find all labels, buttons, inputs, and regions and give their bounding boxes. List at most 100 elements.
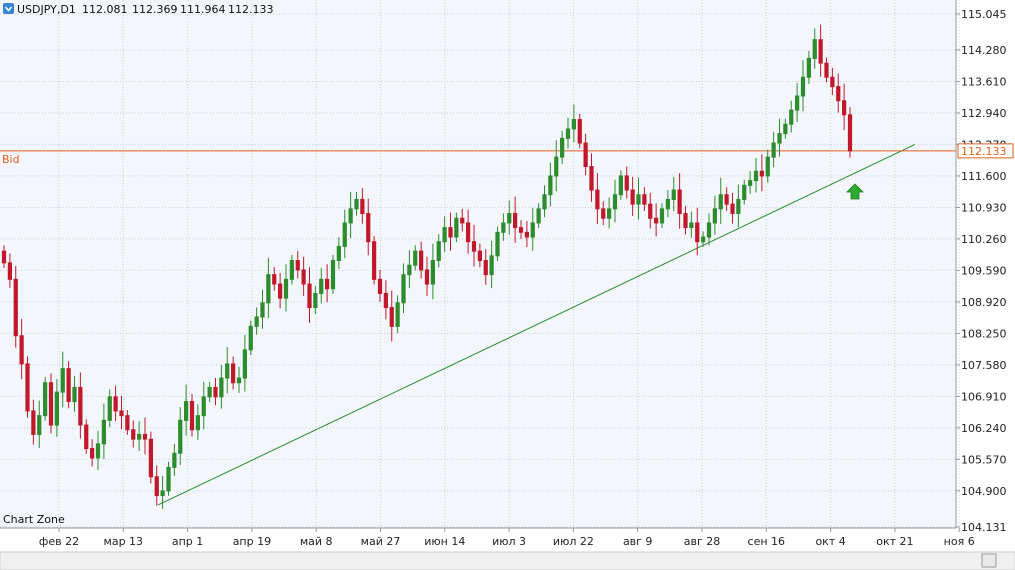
candle-body — [319, 278, 324, 294]
symbol-name: USDJPY,D1 — [17, 3, 76, 16]
candle-body — [342, 222, 347, 247]
candle — [43, 377, 48, 421]
candle-body — [54, 391, 59, 426]
candle-body — [501, 222, 506, 233]
candle-body — [577, 119, 582, 144]
candle-body — [72, 386, 77, 403]
candle-body — [612, 194, 618, 210]
candle-body — [31, 410, 36, 435]
candle-body — [389, 307, 394, 327]
candle-body — [325, 278, 330, 290]
candle-body — [7, 262, 12, 280]
candle-body — [236, 377, 242, 384]
candle-body — [301, 269, 306, 285]
candle-body — [213, 386, 218, 398]
candle-body — [466, 222, 471, 243]
time-axis[interactable]: фев 22 мар 13 апр 1 апр 19 май 8 май 27 июн 14… — [39, 528, 975, 548]
candle-body — [160, 490, 165, 497]
time-tick-label: май 8 — [300, 535, 333, 548]
candle-body — [795, 95, 800, 111]
candle-body — [137, 433, 142, 440]
candle-body — [283, 278, 289, 299]
time-tick-label: ноя 6 — [944, 535, 975, 548]
candle-body — [618, 175, 623, 196]
scrollbar-thumb[interactable] — [981, 553, 997, 568]
candle-body — [765, 156, 770, 177]
candle — [66, 361, 71, 409]
symbol-info: USDJPY,D1 112.081 112.369 111.964 112.13… — [3, 3, 274, 16]
candle-body — [812, 39, 817, 59]
price-tick-label: 108.920 — [961, 296, 1007, 309]
candle-body — [119, 410, 124, 417]
candle-body — [107, 396, 112, 421]
candle-body — [407, 264, 412, 276]
candle-body — [648, 203, 653, 219]
candle-body — [84, 424, 89, 450]
candle-body — [43, 382, 48, 417]
candle-body — [589, 166, 594, 191]
candle-body — [706, 222, 712, 238]
candle-body — [166, 466, 171, 492]
candle-body — [413, 250, 418, 266]
horizontal-scrollbar[interactable] — [0, 551, 1015, 570]
price-chart[interactable]: Bid 115.045114.280113.610112.940112.2701… — [0, 0, 1015, 570]
candle-body — [131, 429, 136, 440]
candle-body — [442, 227, 447, 243]
candle-body — [748, 180, 753, 186]
candle-body — [448, 227, 453, 238]
price-close: 112.133 — [228, 3, 274, 16]
price-tick-label: 112.940 — [961, 107, 1007, 120]
candle-body — [824, 62, 829, 78]
candle-body — [718, 194, 723, 210]
candle-body — [742, 184, 747, 200]
time-tick-label: окт 21 — [876, 535, 913, 548]
bid-label: Bid — [2, 153, 20, 166]
candle-body — [372, 241, 377, 280]
candle-body — [242, 349, 247, 379]
candle-body — [513, 213, 518, 229]
candle-body — [78, 386, 83, 426]
candle-body — [671, 189, 676, 200]
candle-body — [90, 448, 95, 459]
price-tick-label: 106.910 — [961, 390, 1007, 403]
candle-body — [225, 363, 230, 379]
candle-body — [536, 208, 541, 224]
candle-body — [424, 269, 430, 285]
candle-body — [595, 189, 600, 210]
candle-body — [60, 368, 65, 393]
candle-body — [677, 189, 682, 215]
candle-body — [471, 241, 477, 252]
candle-body — [753, 170, 759, 182]
price-tick-label: 110.260 — [961, 233, 1007, 246]
candle-body — [172, 452, 177, 468]
price-tick-label: 114.280 — [961, 44, 1007, 57]
candle-body — [783, 123, 788, 135]
candle-body — [548, 175, 553, 196]
price-low: 111.964 — [180, 3, 226, 16]
candle-body — [377, 278, 383, 294]
candle-body — [800, 76, 806, 97]
candle-body — [48, 382, 54, 426]
candle-body — [307, 283, 312, 309]
candle-body — [178, 419, 183, 454]
scrollbar-track[interactable] — [0, 551, 1015, 570]
symbol-menu-icon[interactable] — [3, 3, 14, 14]
candle-body — [219, 377, 224, 398]
candle-body — [295, 260, 300, 271]
candle-body — [789, 109, 794, 125]
price-open: 112.081 — [82, 3, 128, 16]
price-tick-label: 104.131 — [961, 521, 1007, 534]
bid-price-tag-text: 112.133 — [961, 145, 1007, 158]
candle-body — [736, 198, 741, 215]
price-axis[interactable]: 115.045114.280113.610112.940112.270111.6… — [956, 8, 1007, 534]
price-tick-label: 106.240 — [961, 422, 1007, 435]
time-tick-label: июл 22 — [553, 535, 594, 548]
candle-body — [654, 217, 659, 224]
price-tick-label: 107.580 — [961, 359, 1007, 372]
candle-body — [419, 250, 424, 271]
candle-body — [1, 250, 7, 264]
candle-body — [113, 396, 118, 412]
price-tick-label: 111.600 — [961, 170, 1007, 183]
chart-background — [0, 0, 956, 528]
candle-body — [659, 208, 665, 224]
